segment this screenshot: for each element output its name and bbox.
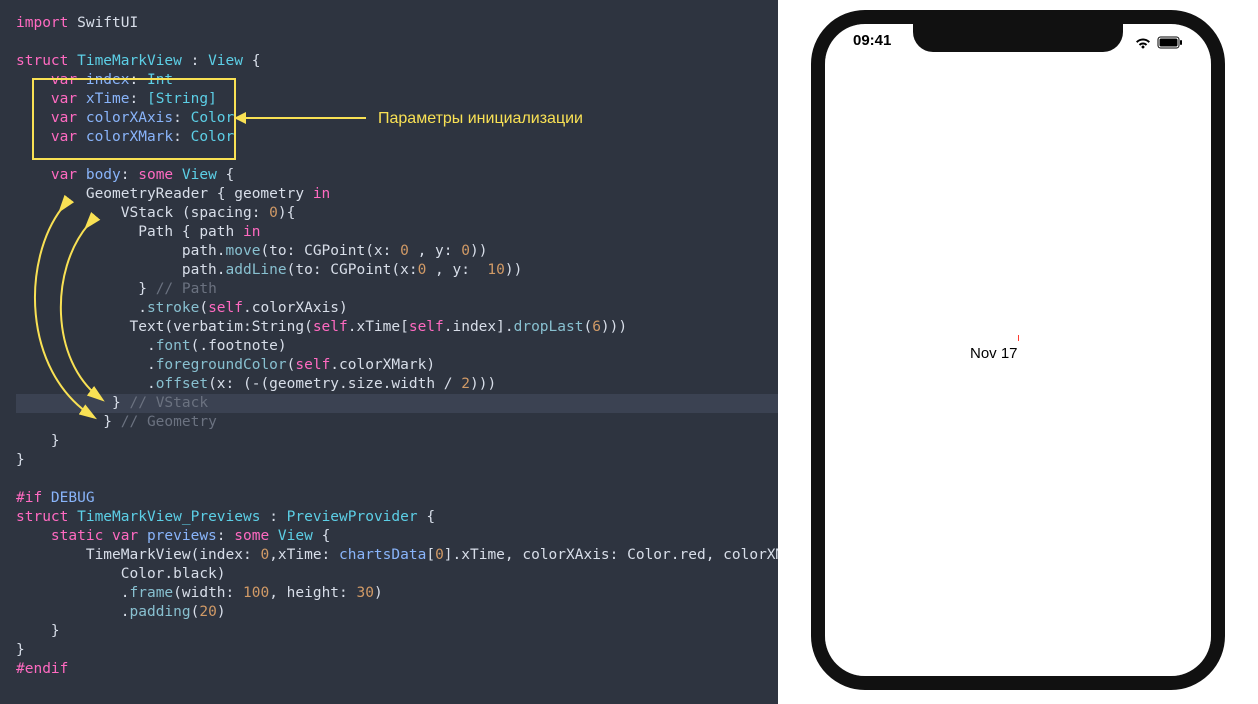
code-editor[interactable]: import SwiftUI struct TimeMarkView : Vie… [0,0,778,704]
tick-label: Nov 17 [970,345,1018,362]
module-name: SwiftUI [68,15,138,31]
kw-struct: struct [16,53,68,69]
axis-tick-icon [1018,335,1019,341]
kw-import: import [16,15,68,31]
simulator-pane: 09:41 Nov 17 [778,0,1258,704]
phone-screen: 09:41 Nov 17 [825,24,1211,676]
type-name: TimeMarkView [68,53,190,69]
phone-content: Nov 17 [825,24,1211,676]
iphone-frame: 09:41 Nov 17 [811,10,1225,690]
